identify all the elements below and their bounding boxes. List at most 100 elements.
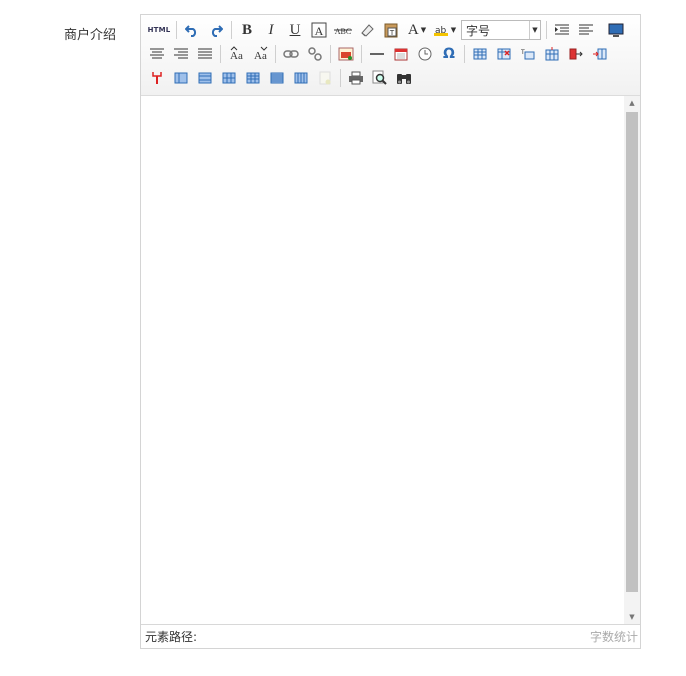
toolbar-separator	[176, 21, 177, 39]
element-path-label: 元素路径:	[145, 630, 198, 644]
align-right-icon	[174, 48, 188, 59]
merchant-intro-label: 商户介绍	[64, 28, 117, 43]
highlighter-icon: ab	[433, 26, 448, 36]
preview-button[interactable]	[370, 68, 390, 88]
paste-plain-button[interactable]: T	[381, 20, 401, 40]
merge-down-button[interactable]	[195, 68, 215, 88]
toolbar-separator	[464, 45, 465, 63]
indent-button[interactable]	[552, 20, 572, 40]
svg-text:Aa: Aa	[254, 50, 267, 62]
horizontal-line-icon	[370, 53, 384, 55]
bold-button[interactable]: B	[237, 20, 257, 40]
toolbar-separator	[220, 45, 221, 63]
scroll-up-arrow-icon[interactable]: ▲	[624, 96, 640, 110]
table-columns-icon	[294, 72, 308, 84]
underline-button[interactable]: U	[285, 20, 305, 40]
font-size-select[interactable]: 字号 ▼	[461, 20, 541, 40]
rich-text-editor: HTML B I U A ABC T A ▼ ab ▼ 字号 ▼ Aa Aa Ω…	[140, 14, 641, 649]
unlink-icon	[308, 47, 322, 61]
case-upper-icon: Aa	[230, 46, 243, 62]
vertical-scrollbar[interactable]: ▲ ▼	[624, 96, 640, 624]
unlink-button[interactable]	[305, 44, 325, 64]
align-center-icon	[150, 48, 164, 59]
paste-table-button[interactable]	[315, 68, 335, 88]
align-left-icon	[579, 24, 593, 35]
split-cells-button[interactable]	[147, 68, 167, 88]
link-icon	[283, 50, 299, 58]
font-color-button[interactable]: A ▼	[405, 20, 429, 40]
table-grid-icon	[222, 72, 236, 84]
delete-row-button[interactable]	[219, 68, 239, 88]
table-icon	[473, 48, 487, 60]
chevron-down-icon: ▼	[529, 21, 540, 39]
split-rows-button[interactable]	[267, 68, 287, 88]
toolbar-separator	[330, 45, 331, 63]
align-left-button[interactable]	[576, 20, 596, 40]
binoculars-icon	[397, 74, 411, 84]
special-chars-button[interactable]: Ω	[439, 44, 459, 64]
highlight-color-button[interactable]: ab ▼	[433, 20, 457, 40]
html-source-button[interactable]: HTML	[147, 20, 171, 40]
fullscreen-button[interactable]	[606, 20, 626, 40]
insert-date-button[interactable]	[391, 44, 411, 64]
align-right-button[interactable]	[171, 44, 191, 64]
toolbar-separator	[231, 21, 232, 39]
toolbar-separator	[275, 45, 276, 63]
uppercase-button[interactable]: Aa	[226, 44, 246, 64]
table-cell-icon	[174, 72, 188, 84]
redo-icon	[211, 25, 223, 37]
chevron-down-icon: ▼	[420, 26, 427, 34]
svg-text:Aa: Aa	[230, 50, 243, 62]
horizontal-rule-button[interactable]	[367, 44, 387, 64]
table-full-icon	[246, 72, 260, 84]
font-color-icon: A	[407, 21, 419, 38]
omega-icon: Ω	[443, 46, 455, 62]
insert-link-button[interactable]	[281, 44, 301, 64]
svg-text:ABC: ABC	[335, 27, 351, 36]
clock-icon	[418, 47, 432, 61]
calendar-icon	[394, 48, 408, 61]
delete-table-button[interactable]	[494, 44, 514, 64]
align-center-button[interactable]	[147, 44, 167, 64]
svg-text:T: T	[521, 49, 525, 56]
editor-content-area[interactable]: ▲ ▼	[141, 96, 640, 624]
insert-time-button[interactable]	[415, 44, 435, 64]
print-button[interactable]	[346, 68, 366, 88]
insert-table-button[interactable]	[470, 44, 490, 64]
editor-toolbar: HTML B I U A ABC T A ▼ ab ▼ 字号 ▼ Aa Aa Ω…	[141, 15, 640, 96]
search-replace-button[interactable]	[394, 68, 414, 88]
delete-col-button[interactable]	[243, 68, 263, 88]
split-cols-button[interactable]	[291, 68, 311, 88]
justify-button[interactable]	[195, 44, 215, 64]
image-icon	[338, 47, 354, 61]
toolbar-separator	[340, 69, 341, 87]
justify-icon	[198, 48, 212, 59]
lowercase-button[interactable]: Aa	[250, 44, 270, 64]
eraser-icon	[361, 24, 374, 37]
merge-right-button[interactable]	[171, 68, 191, 88]
strikethrough-icon: ABC	[334, 27, 352, 36]
magnifier-icon	[372, 70, 387, 85]
editor-statusbar: 元素路径: 字数统计	[141, 624, 640, 648]
insert-image-button[interactable]	[336, 44, 356, 64]
printer-icon	[349, 71, 363, 85]
merge-cells-button[interactable]	[590, 44, 610, 64]
italic-button[interactable]: I	[261, 20, 281, 40]
border-text-button[interactable]: A	[309, 20, 329, 40]
insert-row-icon	[545, 47, 559, 61]
table-caption-button[interactable]: T	[518, 44, 538, 64]
undo-button[interactable]	[182, 20, 202, 40]
insert-col-button[interactable]	[566, 44, 586, 64]
boxed-a-icon: A	[311, 22, 327, 38]
insert-row-button[interactable]	[542, 44, 562, 64]
scroll-down-arrow-icon[interactable]: ▼	[624, 610, 640, 624]
redo-button[interactable]	[206, 20, 226, 40]
svg-text:A: A	[315, 24, 324, 38]
indent-icon	[555, 24, 569, 35]
svg-text:T: T	[389, 29, 395, 37]
clipboard-text-icon: T	[384, 23, 398, 38]
scroll-thumb[interactable]	[626, 112, 638, 592]
document-disabled-icon	[319, 71, 331, 85]
strikethrough-button[interactable]: ABC	[333, 20, 353, 40]
eraser-button[interactable]	[357, 20, 377, 40]
